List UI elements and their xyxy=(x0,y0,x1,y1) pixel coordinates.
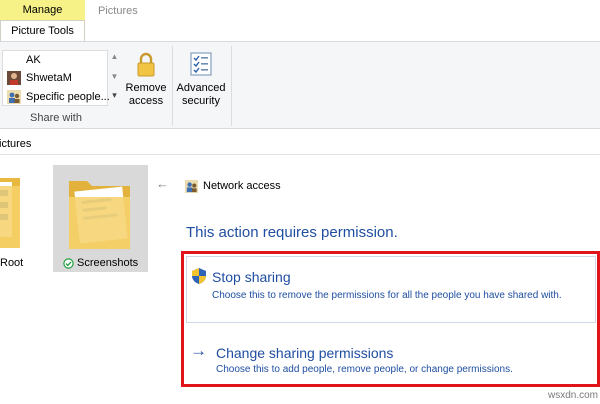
tab-picture-tools[interactable]: Picture Tools xyxy=(0,20,85,41)
share-item-label: Specific people... xyxy=(26,91,110,103)
folder-root[interactable] xyxy=(0,172,22,252)
people-icon xyxy=(7,90,21,104)
tab-pictures[interactable]: Pictures xyxy=(98,0,138,20)
share-item-label: AK xyxy=(26,54,41,66)
lock-icon xyxy=(137,52,155,77)
folder-icon xyxy=(69,181,130,249)
remove-access-label-line1: Remove xyxy=(125,82,167,94)
scroll-down-icon[interactable]: ▼ xyxy=(108,70,121,84)
expand-gallery-icon[interactable]: ▾ xyxy=(108,88,121,102)
security-checklist-icon xyxy=(190,52,212,76)
folder-screenshots[interactable]: Screenshots xyxy=(53,165,148,272)
network-people-icon xyxy=(185,180,198,193)
folder-icon xyxy=(0,178,20,248)
permission-heading: This action requires permission. xyxy=(186,224,398,241)
advanced-security-label-line1: Advanced xyxy=(176,82,226,94)
remove-access-button[interactable]: Remove access xyxy=(124,50,168,107)
folder-label-screenshots: Screenshots xyxy=(77,257,139,269)
back-arrow-icon[interactable]: ← xyxy=(156,176,169,191)
share-item-label: ShwetaM xyxy=(26,72,72,84)
dialog-header-title: Network access xyxy=(203,180,281,192)
advanced-security-label-line2: security xyxy=(182,95,220,107)
remove-access-label-line2: access xyxy=(128,95,164,107)
watermark: wsxdn.com xyxy=(548,390,599,401)
group-label-share-with: Share with xyxy=(30,112,82,124)
ribbon-separator xyxy=(172,46,173,126)
red-highlight-box xyxy=(181,251,600,387)
user-icon xyxy=(7,53,21,67)
advanced-security-button[interactable]: Advanced security xyxy=(176,50,226,107)
share-list-scroller[interactable]: ▲ ▼ ▾ xyxy=(108,50,121,106)
ribbon-separator xyxy=(231,46,232,126)
share-with-list[interactable]: AK ShwetaM Specific people... xyxy=(2,50,110,106)
address-path: ictures xyxy=(0,138,32,150)
address-bar[interactable]: ictures xyxy=(0,134,600,155)
scroll-up-icon[interactable]: ▲ xyxy=(108,50,121,64)
sync-ok-icon xyxy=(63,258,74,269)
folder-label-root: Root xyxy=(0,257,24,269)
user-photo-icon xyxy=(7,71,21,85)
tab-manage[interactable]: Manage xyxy=(0,0,85,20)
